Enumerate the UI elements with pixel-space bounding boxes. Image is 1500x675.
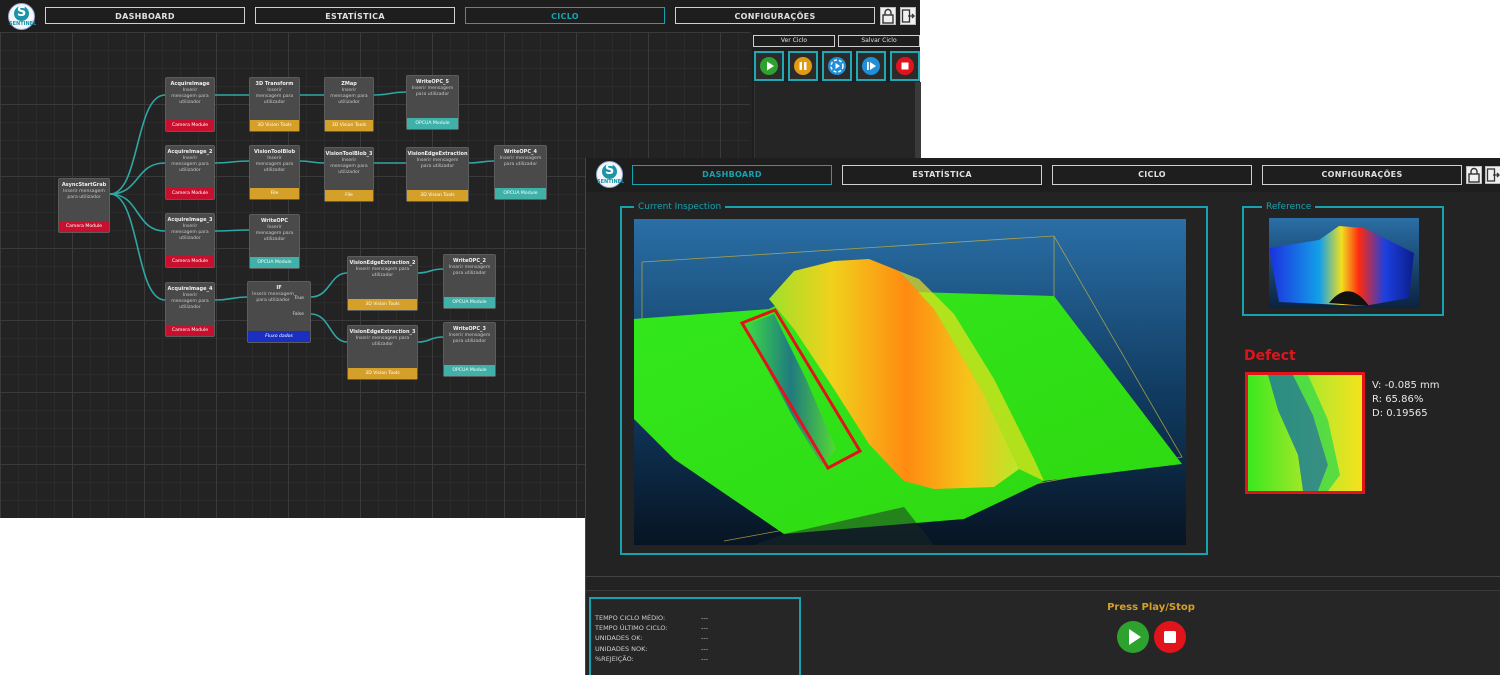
logout-icon[interactable] bbox=[900, 7, 916, 25]
sentinel-logo: S SENTINEL bbox=[8, 3, 36, 30]
defect-crop-view[interactable] bbox=[1245, 372, 1365, 494]
stat-label-unidades-ok: UNIDADES OK: bbox=[595, 634, 643, 642]
if-false-port-label: False bbox=[292, 312, 304, 317]
step-icon bbox=[828, 57, 846, 75]
ver-ciclo-button[interactable]: Ver Ciclo bbox=[753, 35, 835, 47]
stat-label-tempo-ultimo-ciclo: TEMPO ÚLTIMO CICLO: bbox=[595, 624, 668, 632]
flow-node-acquire-image-3[interactable]: AcquireImage_3 Inserir mensagem para util… bbox=[165, 213, 215, 268]
top-nav-bar: S SENTINEL DASHBOARD ESTATÍSTICA CICLO CO… bbox=[0, 0, 920, 32]
reference-panel: Reference bbox=[1242, 202, 1444, 316]
tab-configuracoes[interactable]: CONFIGURAÇÕES bbox=[675, 7, 875, 24]
stat-value-unidades-ok: --- bbox=[701, 634, 709, 642]
stat-label-unidades-nok: UNIDADES NOK: bbox=[595, 645, 648, 653]
defect-value-r: R: 65.86% bbox=[1372, 394, 1424, 405]
dashboard-play-button[interactable] bbox=[1117, 621, 1149, 653]
lock-icon[interactable] bbox=[1466, 166, 1482, 184]
flow-node-if[interactable]: IF Inserir mensagem para utilizador True … bbox=[247, 281, 311, 343]
stop-icon bbox=[1164, 631, 1176, 643]
flow-node-write-opc-4[interactable]: WriteOPC_4 Inserir mensagem para utilizad… bbox=[494, 145, 547, 200]
flow-node-3d-transform[interactable]: 3D Transform Inserir mensagem para utiliz… bbox=[249, 77, 300, 132]
current-inspection-panel: Current Inspection bbox=[620, 202, 1208, 555]
skip-button[interactable] bbox=[856, 51, 886, 81]
play-button[interactable] bbox=[754, 51, 784, 81]
sentinel-logo: S SENTINEL bbox=[596, 161, 624, 188]
tab-ciclo[interactable]: CICLO bbox=[1052, 165, 1252, 185]
flow-node-async-start-grab[interactable]: AsyncStartGrab Inserir mensagem para util… bbox=[58, 178, 110, 233]
dashboard-stop-button[interactable] bbox=[1154, 621, 1186, 653]
flow-node-write-opc[interactable]: WriteOPC Inserir mensagem para utilizador… bbox=[249, 214, 300, 269]
current-inspection-label: Current Inspection bbox=[634, 202, 726, 212]
stat-value-unidades-nok: --- bbox=[701, 645, 709, 653]
flow-node-acquire-image[interactable]: AcquireImage Inserir mensagem para utiliz… bbox=[165, 77, 215, 132]
flow-node-acquire-image-4[interactable]: AcquireImage_4 Inserir mensagem para util… bbox=[165, 282, 215, 337]
flow-node-acquire-image-2[interactable]: AcquireImage_2 Inserir mensagem para util… bbox=[165, 145, 215, 200]
skip-icon bbox=[862, 57, 880, 75]
tab-estatistica[interactable]: ESTATÍSTICA bbox=[842, 165, 1042, 185]
step-button[interactable] bbox=[822, 51, 852, 81]
point-cloud-render bbox=[634, 219, 1186, 545]
press-play-stop-label: Press Play/Stop bbox=[1107, 602, 1195, 613]
stat-value-tempo-ciclo-medio: --- bbox=[701, 614, 709, 622]
flow-node-vision-tool-blob[interactable]: VisionToolBlob Inserir mensagem para util… bbox=[249, 145, 300, 200]
reference-3d-view[interactable] bbox=[1269, 218, 1419, 308]
dashboard-top-nav-bar: S SENTINEL DASHBOARD ESTATÍSTICA CICLO CO… bbox=[586, 158, 1500, 192]
lock-icon[interactable] bbox=[880, 7, 896, 25]
stat-label-tempo-ciclo-medio: TEMPO CICLO MÉDIO: bbox=[595, 614, 666, 622]
dashboard-window: S SENTINEL DASHBOARD ESTATÍSTICA CICLO CO… bbox=[585, 158, 1500, 675]
logout-icon[interactable] bbox=[1485, 166, 1500, 184]
stop-button[interactable] bbox=[890, 51, 920, 81]
inspection-3d-view[interactable] bbox=[634, 219, 1186, 545]
cycle-stats-panel: TEMPO CICLO MÉDIO: TEMPO ÚLTIMO CICLO: U… bbox=[589, 597, 801, 675]
flow-node-write-opc-2[interactable]: WriteOPC_2 Inserir mensagem para utilizad… bbox=[443, 254, 496, 309]
salvar-ciclo-button[interactable]: Salvar Ciclo bbox=[838, 35, 920, 47]
tab-configuracoes[interactable]: CONFIGURAÇÕES bbox=[1262, 165, 1462, 185]
defect-value-v: V: -0.085 mm bbox=[1372, 380, 1440, 391]
stat-label-rejeicao: %REJEIÇÃO: bbox=[595, 655, 634, 663]
stat-value-tempo-ultimo-ciclo: --- bbox=[701, 624, 709, 632]
tab-estatistica[interactable]: ESTATÍSTICA bbox=[255, 7, 455, 24]
stop-icon bbox=[896, 57, 914, 75]
pause-icon bbox=[794, 57, 812, 75]
flow-node-vision-tool-blob-3[interactable]: VisionToolBlob_3 Inserir mensagem para ut… bbox=[324, 147, 374, 202]
defect-render bbox=[1248, 375, 1362, 491]
stat-value-rejeicao: --- bbox=[701, 655, 709, 663]
reference-label: Reference bbox=[1262, 202, 1316, 212]
play-icon bbox=[1129, 629, 1141, 645]
flow-node-write-opc-5[interactable]: WriteOPC_5 Inserir mensagem para utilizad… bbox=[406, 75, 459, 130]
defect-title: Defect bbox=[1244, 348, 1296, 364]
play-icon bbox=[760, 57, 778, 75]
pause-button[interactable] bbox=[788, 51, 818, 81]
tab-dashboard[interactable]: DASHBOARD bbox=[632, 165, 832, 185]
flow-node-vision-edge-extraction-2[interactable]: VisionEdgeExtraction_2 Inserir mensagem p… bbox=[347, 256, 418, 311]
reference-render bbox=[1269, 218, 1419, 308]
defect-value-d: D: 0.19565 bbox=[1372, 408, 1428, 419]
tab-ciclo[interactable]: CICLO bbox=[465, 7, 665, 24]
tab-dashboard[interactable]: DASHBOARD bbox=[45, 7, 245, 24]
flow-node-write-opc-3[interactable]: WriteOPC_3 Inserir mensagem para utilizad… bbox=[443, 322, 496, 377]
flow-node-zmap[interactable]: ZMap Inserir mensagem para utilizador 3D … bbox=[324, 77, 374, 132]
flow-node-vision-edge-extraction-3[interactable]: VisionEdgeExtraction_3 Inserir mensagem p… bbox=[347, 325, 418, 380]
divider bbox=[586, 576, 1500, 577]
flow-node-vision-edge-extraction[interactable]: VisionEdgeExtraction Inserir mensagem par… bbox=[406, 147, 469, 202]
if-true-port-label: True bbox=[294, 296, 304, 301]
